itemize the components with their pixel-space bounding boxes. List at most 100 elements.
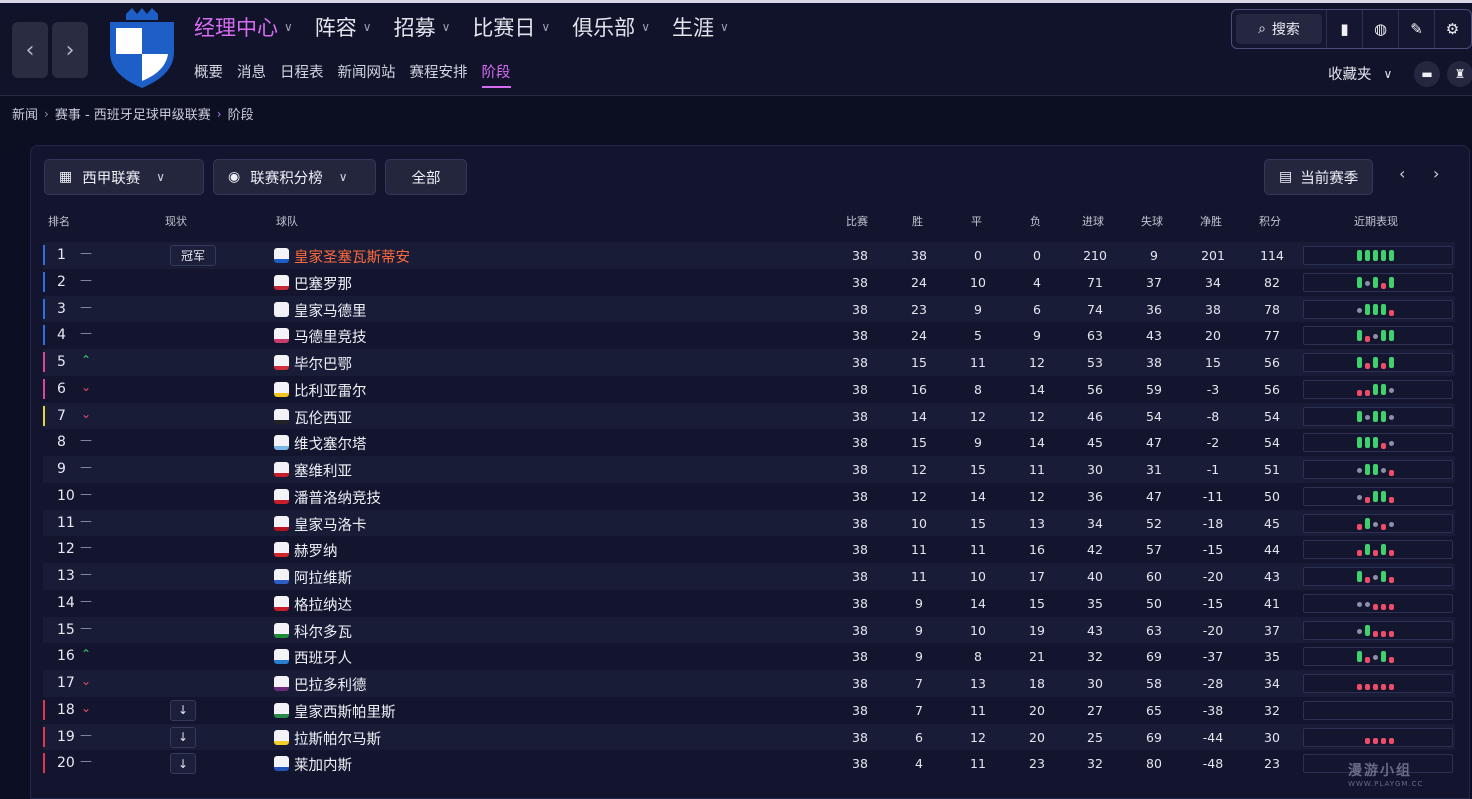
main-nav-item[interactable]: 经理中心 ∨ — [194, 12, 293, 42]
col-drawn[interactable]: 平 — [971, 213, 982, 229]
breadcrumb-item[interactable]: 赛事 - 西班牙足球甲级联赛 — [55, 104, 211, 123]
team-name-link[interactable]: 赫罗纳 — [294, 540, 338, 561]
main-nav-item[interactable]: 阵容 ∨ — [315, 12, 372, 42]
team-name-link[interactable]: 皇家圣塞瓦斯蒂安 — [294, 246, 410, 267]
table-row[interactable]: 11 — 皇家马洛卡 38 10 15 13 34 52 -18 45 — [43, 509, 1455, 537]
table-row[interactable]: 8 — 维戈塞尔塔 38 15 9 14 45 47 -2 54 — [43, 429, 1455, 456]
main-nav-label: 生涯 — [671, 16, 714, 40]
table-row[interactable]: 18 ⌄ ↓ 皇家西斯帕里斯 38 7 11 20 27 65 -38 32 — [43, 697, 1455, 724]
team-name-link[interactable]: 瓦伦西亚 — [294, 407, 352, 428]
forward-button[interactable]: › — [52, 22, 88, 78]
col-played[interactable]: 比赛 — [846, 213, 868, 229]
main-nav-item[interactable]: 招募 ∨ — [394, 12, 451, 42]
team-name-link[interactable]: 巴塞罗那 — [294, 273, 352, 294]
table-row[interactable]: 14 — 格拉纳达 38 9 14 15 35 50 -15 41 — [43, 590, 1455, 617]
competition-select[interactable]: ▦ 西甲联赛 ∨ — [44, 159, 204, 195]
team-name-link[interactable]: 毕尔巴鄂 — [294, 353, 352, 374]
chat-icon[interactable]: ▬ — [1414, 61, 1440, 87]
back-button[interactable]: ‹ — [12, 22, 48, 78]
table-row[interactable]: 20 — ↓ 莱加内斯 38 4 11 23 32 80 -48 23 — [43, 750, 1455, 777]
team-name-link[interactable]: 格拉纳达 — [294, 594, 352, 615]
favorites-dropdown[interactable]: 收藏夹 ∨ — [1328, 63, 1392, 84]
team-name-link[interactable]: 巴拉多利德 — [294, 674, 367, 695]
col-team[interactable]: 球队 — [276, 213, 298, 229]
team-name-link[interactable]: 维戈塞尔塔 — [294, 433, 367, 454]
position-cell: 7 — [57, 407, 66, 424]
drawn-cell: 8 — [974, 381, 982, 397]
sub-nav-item[interactable]: 赛程安排 — [410, 61, 468, 88]
search-button[interactable]: ⌕ 搜索 — [1236, 14, 1322, 44]
table-row[interactable]: 5 ⌃ 毕尔巴鄂 38 15 11 12 53 38 15 56 — [43, 349, 1455, 376]
goals-for-cell: 34 — [1087, 515, 1103, 531]
table-row[interactable]: 15 — 科尔多瓦 38 9 10 19 43 63 -20 37 — [43, 616, 1455, 644]
goals-for-cell: 71 — [1087, 274, 1103, 290]
col-lost[interactable]: 负 — [1030, 213, 1041, 229]
sub-nav-item[interactable]: 阶段 — [481, 61, 511, 88]
table-row[interactable]: 13 — 阿拉维斯 38 11 10 17 40 60 -20 43 — [43, 563, 1455, 590]
sub-nav-item[interactable]: 日程表 — [280, 61, 324, 88]
form-win-mark — [1373, 490, 1378, 502]
table-row[interactable]: 10 — 潘普洛纳竞技 38 12 14 12 36 47 -11 50 — [43, 483, 1455, 510]
main-nav-item[interactable]: 俱乐部 ∨ — [572, 12, 650, 42]
table-row[interactable]: 7 ⌄ 瓦伦西亚 38 14 12 12 46 54 -8 54 — [43, 402, 1455, 430]
breadcrumb-item[interactable]: 新闻 — [12, 104, 38, 123]
team-name-link[interactable]: 皇家马德里 — [294, 300, 367, 321]
col-points[interactable]: 积分 — [1259, 213, 1281, 229]
table-row[interactable]: 9 — 塞维利亚 38 12 15 11 30 31 -1 51 — [43, 456, 1455, 483]
sub-nav-item[interactable]: 消息 — [237, 61, 266, 88]
form-win-mark — [1381, 410, 1386, 422]
table-row[interactable]: 4 — 马德里竞技 38 24 5 9 63 43 20 77 — [43, 322, 1455, 349]
form-loss-mark — [1365, 389, 1370, 396]
sub-nav-item[interactable]: 新闻网站 — [338, 61, 396, 88]
table-row[interactable]: 12 — 赫罗纳 38 11 11 16 42 57 -15 44 — [43, 536, 1455, 563]
drawn-cell: 11 — [970, 542, 986, 558]
table-row[interactable]: 19 — ↓ 拉斯帕尔马斯 38 6 12 20 25 69 -44 30 — [43, 723, 1455, 751]
season-button[interactable]: ▤ 当前赛季 — [1264, 159, 1374, 195]
team-name-link[interactable]: 塞维利亚 — [294, 460, 352, 481]
team-name-link[interactable]: 皇家马洛卡 — [294, 514, 367, 535]
team-name-link[interactable]: 比利亚雷尔 — [294, 380, 367, 401]
next-season-button[interactable]: › — [1433, 164, 1439, 183]
team-name-link[interactable]: 潘普洛纳竞技 — [294, 487, 381, 508]
search-icon: ⌕ — [1258, 21, 1266, 37]
col-status[interactable]: 现状 — [165, 213, 187, 229]
globe-icon[interactable]: ◍ — [1362, 10, 1398, 48]
favorites-label: 收藏夹 — [1328, 67, 1372, 83]
table-row[interactable]: 17 ⌄ 巴拉多利德 38 7 13 18 30 58 -28 34 — [43, 670, 1455, 697]
col-goal-difference[interactable]: 净胜 — [1200, 213, 1222, 229]
team-name-link[interactable]: 阿拉维斯 — [294, 567, 352, 588]
bookmark-icon[interactable]: ▮ — [1326, 10, 1362, 48]
col-won[interactable]: 胜 — [912, 213, 923, 229]
position-cell: 14 — [57, 594, 75, 611]
form-draw-mark — [1389, 521, 1394, 527]
col-form[interactable]: 近期表现 — [1354, 213, 1398, 229]
sub-nav-item[interactable]: 概要 — [194, 61, 223, 88]
team-name-link[interactable]: 科尔多瓦 — [294, 621, 352, 642]
previous-season-button[interactable]: ‹ — [1399, 164, 1405, 183]
team-name-link[interactable]: 拉斯帕尔马斯 — [294, 728, 381, 749]
shirt-icon[interactable]: ♜ — [1447, 61, 1472, 87]
col-goals-against[interactable]: 失球 — [1141, 213, 1163, 229]
recent-form — [1303, 567, 1453, 586]
table-row[interactable]: 16 ⌃ 西班牙人 38 9 8 21 32 69 -37 35 — [43, 643, 1455, 670]
table-row[interactable]: 2 — 巴塞罗那 38 24 10 4 71 37 34 82 — [43, 269, 1455, 296]
main-nav-item[interactable]: 生涯 ∨ — [672, 12, 729, 42]
col-goals-for[interactable]: 进球 — [1082, 213, 1104, 229]
team-name-link[interactable]: 马德里竞技 — [294, 326, 367, 347]
col-rank[interactable]: 排名 — [48, 213, 70, 229]
scope-button[interactable]: 全部 — [385, 159, 467, 195]
team-name-link[interactable]: 皇家西斯帕里斯 — [294, 701, 396, 722]
main-nav-item[interactable]: 比赛日 ∨ — [472, 12, 550, 42]
team-name-link[interactable]: 莱加内斯 — [294, 754, 352, 775]
table-row[interactable]: 6 ⌄ 比利亚雷尔 38 16 8 14 56 59 -3 56 — [43, 376, 1455, 403]
dash-icon: — — [80, 486, 92, 501]
team-name-link[interactable]: 西班牙人 — [294, 647, 352, 668]
pen-icon[interactable]: ✎ — [1398, 10, 1434, 48]
gear-icon[interactable]: ⚙ — [1434, 10, 1470, 48]
table-row[interactable]: 3 — 皇家马德里 38 23 9 6 74 36 38 78 — [43, 295, 1455, 323]
form-win-mark — [1373, 464, 1378, 475]
view-select[interactable]: ◉ 联赛积分榜 ∨ — [213, 159, 376, 195]
form-draw-mark — [1357, 601, 1362, 607]
table-row[interactable]: 1 — 冠军 皇家圣塞瓦斯蒂安 38 38 0 0 210 9 201 114 — [43, 242, 1455, 269]
chevron-right-icon: › — [216, 106, 222, 121]
